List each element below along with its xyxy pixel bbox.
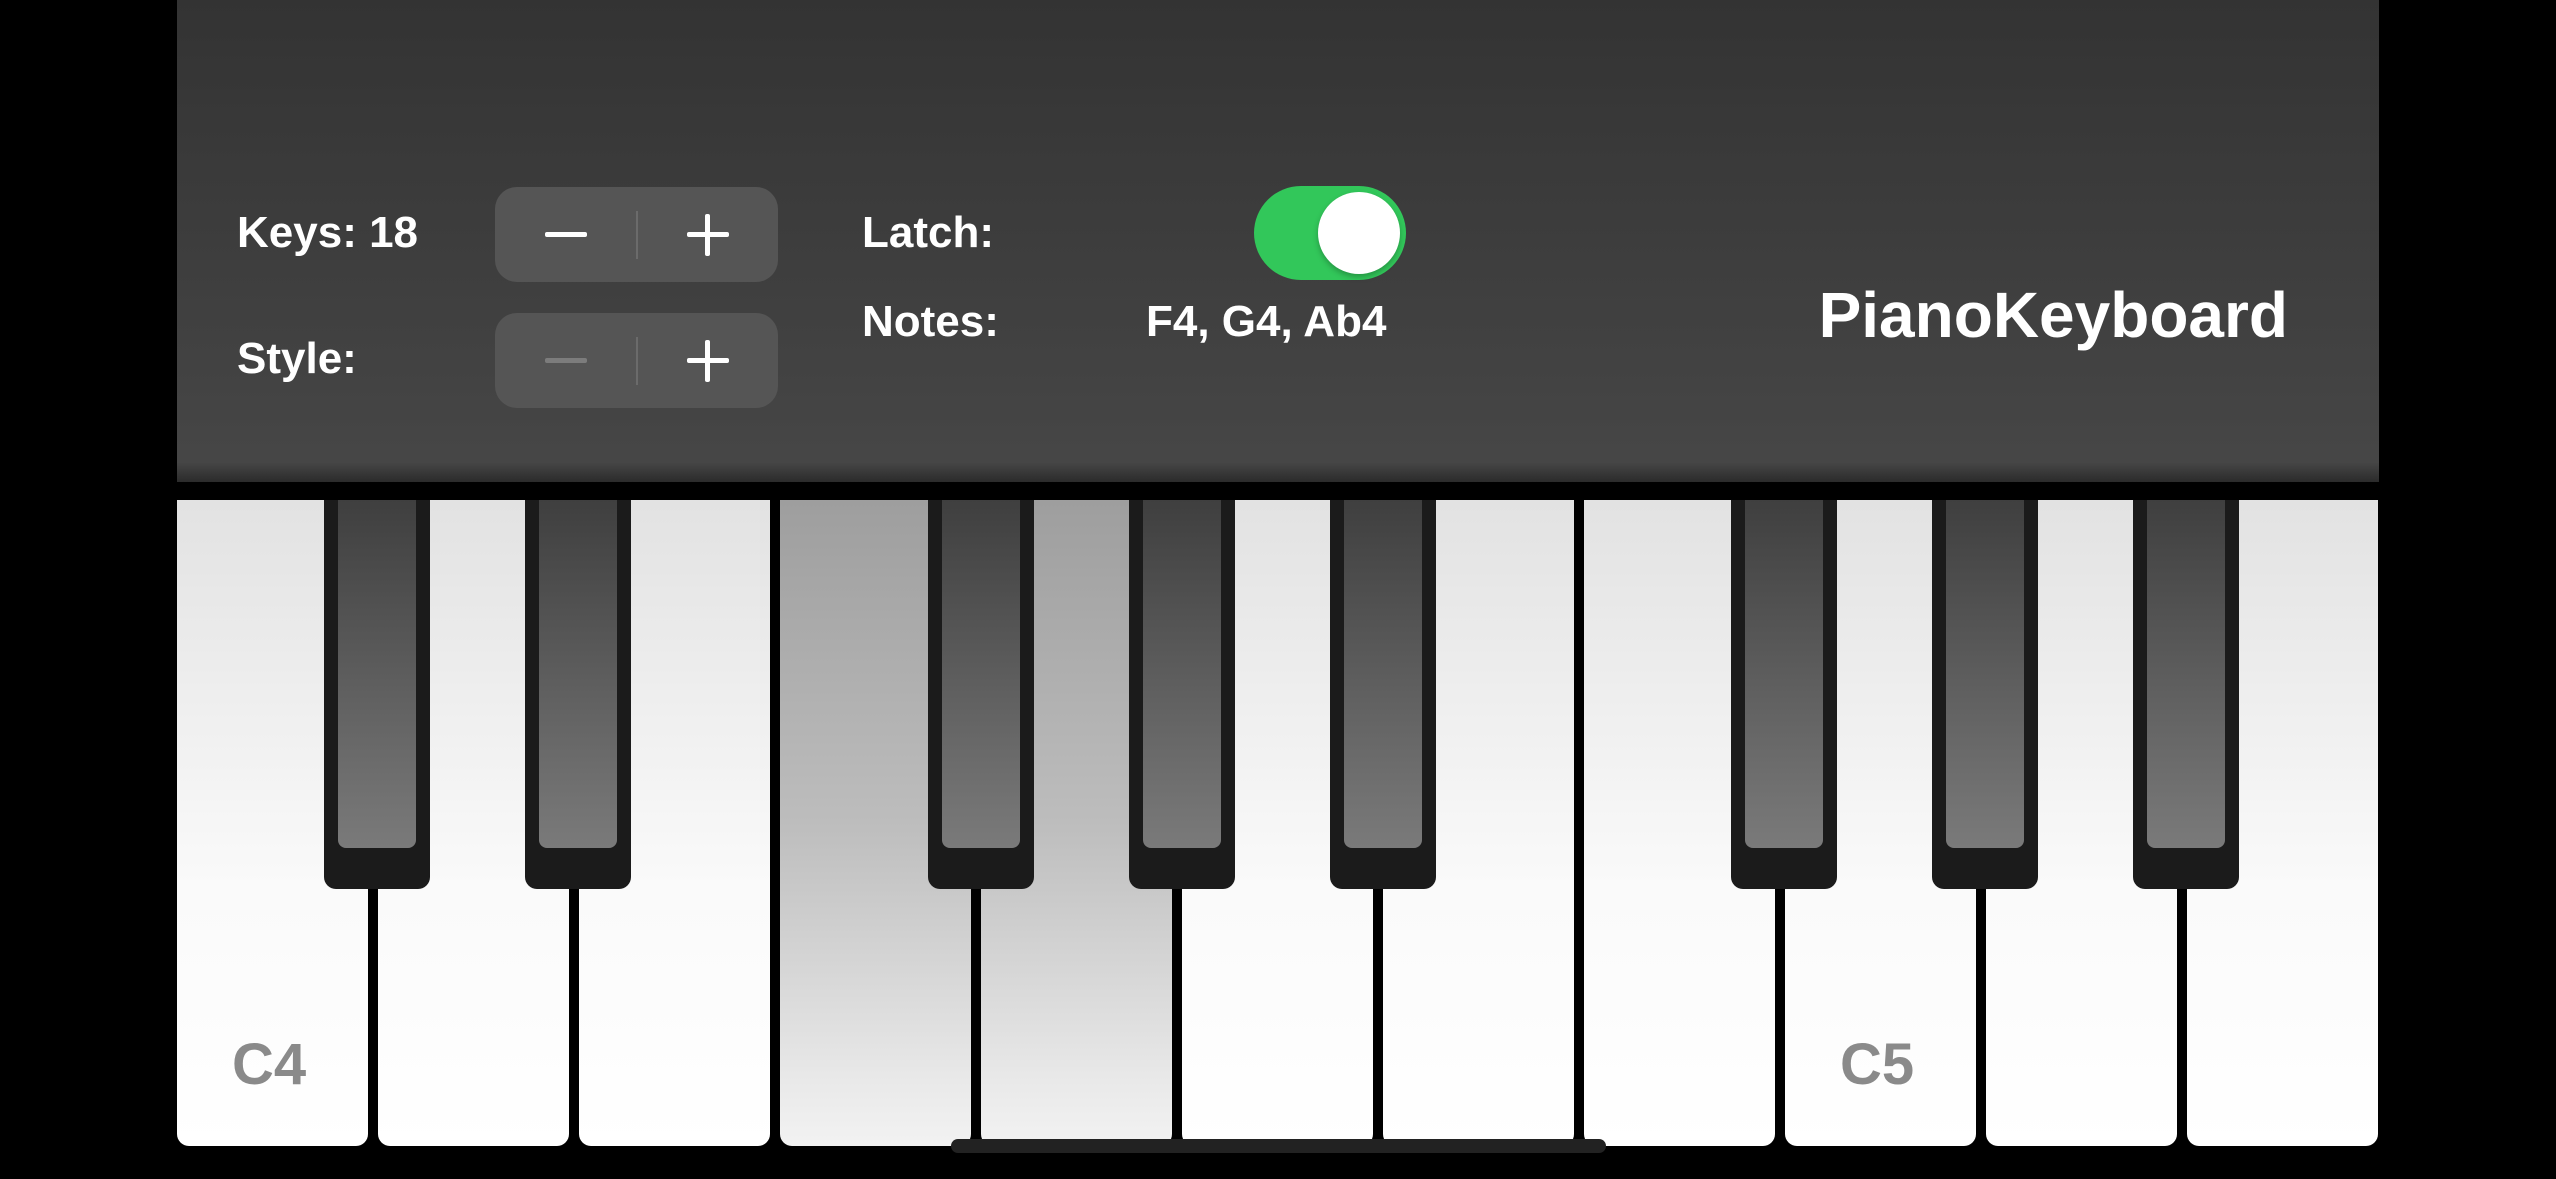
notes-value: F4, G4, Ab4 xyxy=(1146,297,1387,346)
plus-icon xyxy=(705,214,710,256)
black-key-face xyxy=(942,500,1020,848)
keys-count-label: Keys: 18 xyxy=(237,208,419,257)
latch-label: Latch: xyxy=(862,208,994,257)
black-key-face xyxy=(2147,500,2225,848)
black-key[interactable] xyxy=(2133,500,2239,889)
keys-stepper xyxy=(495,187,778,282)
note-label: C5 xyxy=(1840,1032,1915,1097)
piano-app: Keys: 18 Style: Latch: Notes: F4, G4, Ab… xyxy=(177,0,2379,1179)
black-key-face xyxy=(1745,500,1823,848)
black-key-face xyxy=(338,500,416,848)
latch-toggle[interactable] xyxy=(1254,186,1406,280)
style-label: Style: xyxy=(237,334,357,383)
keys-increment-button[interactable] xyxy=(637,187,778,282)
piano-keyboard: C4 C5 xyxy=(177,500,2379,1179)
keys-decrement-button[interactable] xyxy=(495,187,636,282)
header-shadow xyxy=(177,462,2379,500)
toggle-knob xyxy=(1318,192,1400,274)
black-key[interactable] xyxy=(928,500,1034,889)
black-key[interactable] xyxy=(1731,500,1837,889)
black-key-face xyxy=(1143,500,1221,848)
control-panel: Keys: 18 Style: Latch: Notes: F4, G4, Ab… xyxy=(177,0,2379,482)
minus-icon xyxy=(545,232,587,237)
notes-label: Notes: xyxy=(862,297,999,346)
black-key[interactable] xyxy=(324,500,430,889)
black-key-face xyxy=(539,500,617,848)
black-key[interactable] xyxy=(1330,500,1436,889)
black-key[interactable] xyxy=(525,500,631,889)
plus-icon xyxy=(705,340,710,382)
black-key[interactable] xyxy=(1129,500,1235,889)
black-key-face xyxy=(1344,500,1422,848)
minus-icon xyxy=(545,358,587,363)
style-decrement-button[interactable] xyxy=(495,313,636,408)
style-stepper xyxy=(495,313,778,408)
black-key-face xyxy=(1946,500,2024,848)
app-title: PianoKeyboard xyxy=(1818,279,2288,351)
note-label: C4 xyxy=(232,1032,307,1097)
black-key[interactable] xyxy=(1932,500,2038,889)
style-increment-button[interactable] xyxy=(637,313,778,408)
home-indicator xyxy=(951,1139,1606,1153)
